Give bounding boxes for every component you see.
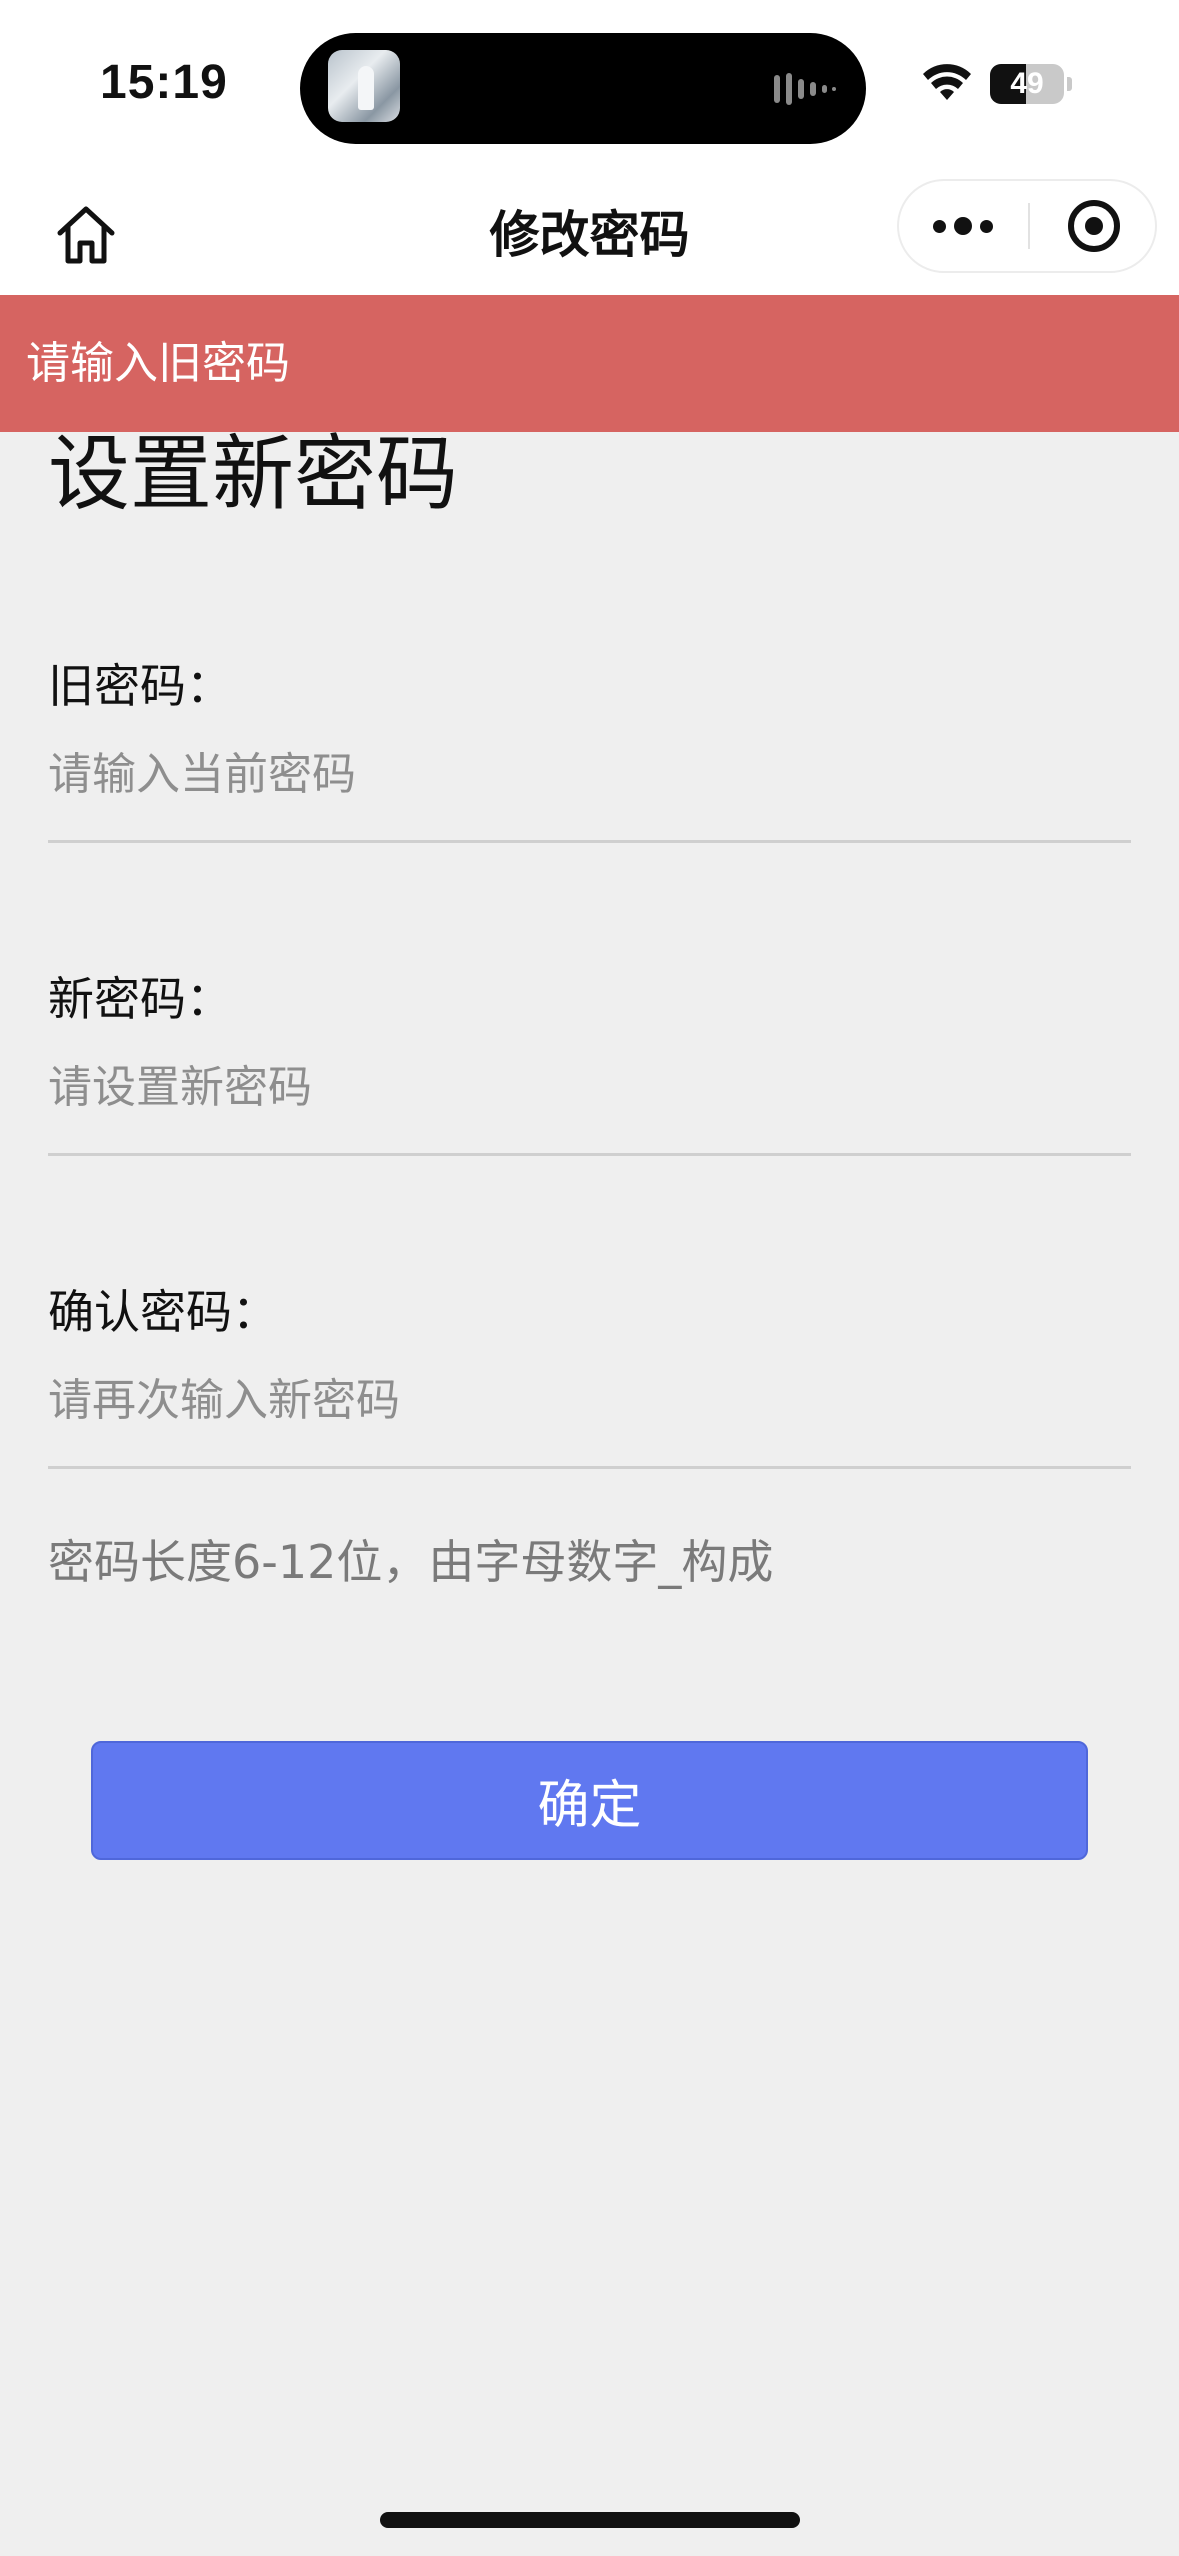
battery-icon: 49 (990, 64, 1072, 104)
old-password-label: 旧密码： (48, 659, 232, 713)
audio-waveform-icon (774, 73, 836, 105)
status-bar: 15:19 49 (0, 0, 1179, 175)
wifi-icon (923, 64, 971, 100)
home-indicator[interactable] (380, 2512, 800, 2528)
password-rule-hint: 密码长度6-12位，由字母数字_构成 (48, 1535, 774, 1589)
error-toast: 请输入旧密码 (0, 295, 1179, 432)
close-mini-program-button[interactable] (1030, 181, 1157, 271)
old-password-input[interactable] (48, 744, 1131, 804)
now-playing-artwork (328, 50, 400, 122)
screen: 15:19 49 修改密码 请输入旧密码 设置新密码 旧密码： 新密码： 确认密… (0, 0, 1179, 2556)
target-close-icon (1067, 200, 1120, 252)
field-underline (48, 1153, 1131, 1156)
nav-bar: 修改密码 (0, 175, 1179, 295)
home-icon (57, 206, 115, 264)
field-underline (48, 1466, 1131, 1469)
battery-tip (1067, 77, 1072, 91)
home-button[interactable] (48, 197, 124, 273)
old-password-field: 旧密码： (48, 656, 1131, 843)
form-heading: 设置新密码 (48, 427, 459, 522)
more-button[interactable] (899, 181, 1027, 271)
more-dots-icon (954, 217, 972, 235)
confirm-password-input[interactable] (48, 1370, 1131, 1430)
confirm-button[interactable]: 确定 (91, 1741, 1088, 1860)
more-dots-icon (980, 219, 993, 233)
new-password-input[interactable] (48, 1057, 1131, 1117)
error-message: 请输入旧密码 (26, 338, 290, 389)
battery-level: 49 (1010, 67, 1044, 100)
battery-body: 49 (990, 64, 1064, 104)
dynamic-island[interactable] (300, 33, 866, 144)
more-dots-icon (933, 219, 946, 233)
new-password-field: 新密码： (48, 969, 1131, 1156)
mini-program-capsule (897, 179, 1157, 273)
status-time: 15:19 (100, 56, 228, 109)
new-password-label: 新密码： (48, 972, 232, 1026)
confirm-password-label: 确认密码： (48, 1285, 278, 1339)
field-underline (48, 840, 1131, 843)
confirm-password-field: 确认密码： (48, 1282, 1131, 1469)
